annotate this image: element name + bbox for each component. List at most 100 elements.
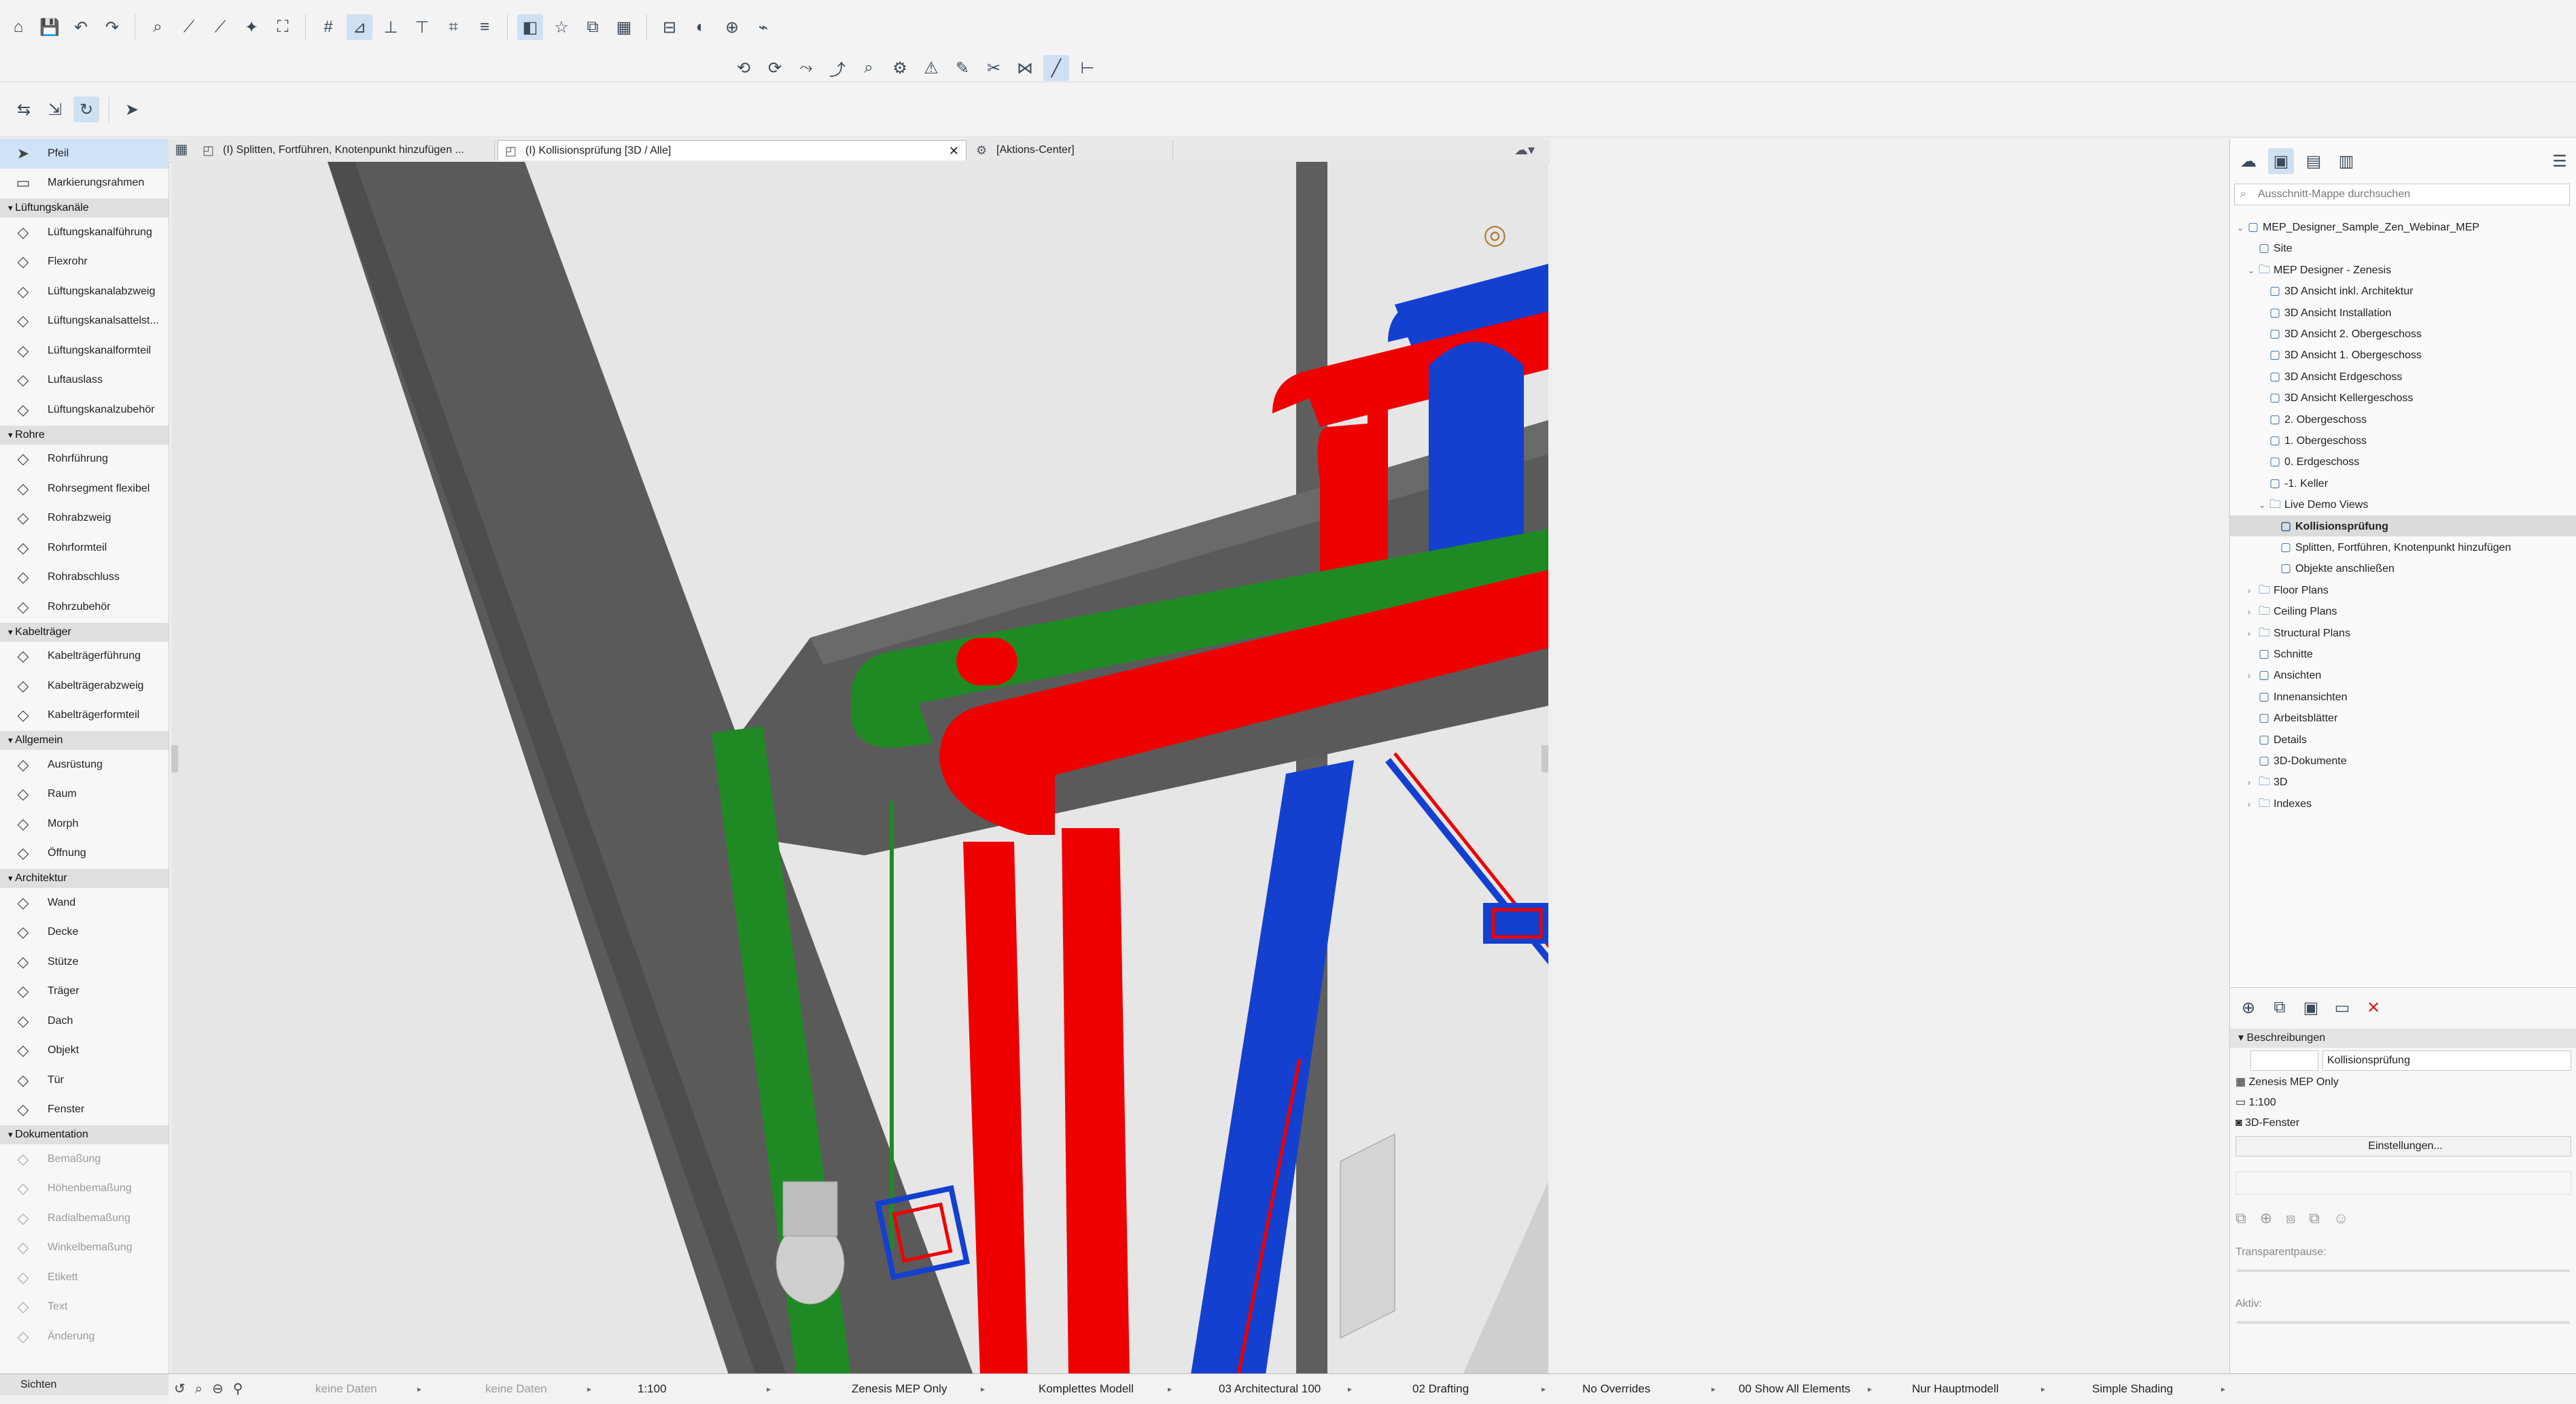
home-icon[interactable]: ⌂ bbox=[5, 14, 31, 40]
pick-up-icon[interactable]: ⟋ bbox=[176, 14, 202, 40]
status-item[interactable]: Simple Shading bbox=[2092, 1374, 2173, 1404]
status-item[interactable]: 1:100 bbox=[638, 1374, 667, 1404]
chevron-icon[interactable]: ⌄ bbox=[2237, 218, 2248, 239]
chevron-icon[interactable]: › bbox=[2248, 794, 2259, 815]
view-map-icon[interactable]: ▣ bbox=[2268, 148, 2294, 174]
3d-viewport[interactable]: ◎ bbox=[171, 162, 1548, 1375]
tree-item[interactable]: ▢ -1. Keller bbox=[2259, 473, 2328, 494]
tree-item[interactable]: ▢ Arbeitsblätter bbox=[2248, 707, 2337, 728]
status-item[interactable]: 00 Show All Elements bbox=[1739, 1374, 1850, 1404]
tool-zone[interactable]: ◇ Raum bbox=[0, 780, 169, 810]
pointer-icon[interactable]: ➤ bbox=[119, 97, 145, 122]
chevron-icon[interactable]: › bbox=[2248, 602, 2259, 623]
favorites-icon[interactable]: ☆ bbox=[549, 14, 574, 40]
publisher-icon[interactable]: ▥ bbox=[2333, 148, 2359, 174]
chevron-right-icon[interactable]: ▸ bbox=[1542, 1374, 1546, 1404]
chevron-icon[interactable]: ⌄ bbox=[2259, 495, 2269, 516]
magic-wand-icon[interactable]: ✦ bbox=[239, 14, 264, 40]
chevron-icon[interactable]: › bbox=[2248, 581, 2259, 602]
chevron-right-icon[interactable]: ▸ bbox=[587, 1374, 591, 1404]
chevron-right-icon[interactable]: ▸ bbox=[1348, 1374, 1352, 1404]
clone-folder-icon[interactable]: ⧉ bbox=[2267, 995, 2293, 1021]
collision-icon[interactable]: ⚠ bbox=[918, 55, 944, 81]
merge-icon[interactable]: ⋈ bbox=[1012, 55, 1038, 81]
tool-window[interactable]: ◇ Fenster bbox=[0, 1095, 169, 1125]
marker-edit-icon[interactable]: ⧈ bbox=[2286, 1210, 2295, 1227]
sichten-tab[interactable]: Sichten bbox=[0, 1373, 169, 1395]
descriptions-section-header[interactable]: ▾ Beschreibungen bbox=[2230, 1029, 2576, 1048]
status-item[interactable]: 02 Drafting bbox=[1412, 1374, 1469, 1404]
tab-split-continue[interactable]: ◰ (I) Splitten, Fortführen, Knotenpunkt … bbox=[196, 140, 495, 160]
tree-item[interactable]: › 🗀 3D bbox=[2248, 771, 2287, 792]
toolbox-section-header[interactable]: Dokumentation bbox=[0, 1125, 169, 1144]
toolbox-section-header[interactable]: Allgemein bbox=[0, 731, 169, 750]
tree-item[interactable]: ▢ 3D Ansicht 1. Obergeschoss bbox=[2259, 344, 2422, 365]
marker-add-icon[interactable]: ⊕ bbox=[2260, 1210, 2272, 1227]
chevron-right-icon[interactable]: ▸ bbox=[981, 1374, 985, 1404]
tree-item[interactable]: ▢ Splitten, Fortführen, Knotenpunkt hinzu… bbox=[2269, 536, 2511, 558]
tool-roof[interactable]: ◇ Dach bbox=[0, 1006, 169, 1036]
tool-object[interactable]: ◇ Objekt bbox=[0, 1036, 169, 1066]
tree-item[interactable]: ▢ Kollisionsprüfung bbox=[2230, 515, 2576, 536]
tree-item[interactable]: ▢ 0. Erdgeschoss bbox=[2259, 451, 2359, 472]
tool-door[interactable]: ◇ Tür bbox=[0, 1065, 169, 1095]
dimension-icon[interactable]: ⊢ bbox=[1075, 55, 1100, 81]
status-item[interactable]: Komplettes Modell bbox=[1039, 1374, 1134, 1404]
tool-beam[interactable]: ◇ Träger bbox=[0, 977, 169, 1007]
zoom-icon[interactable]: ⌕ bbox=[195, 1374, 203, 1404]
marker-copy-icon[interactable]: ⧉ bbox=[2309, 1210, 2320, 1227]
draw-line-icon[interactable]: ╱ bbox=[1043, 55, 1069, 81]
rotate-selection-icon[interactable]: ↻ bbox=[73, 97, 99, 122]
tree-item[interactable]: ▢ 3D-Dokumente bbox=[2248, 750, 2347, 771]
tool-duct-fitting[interactable]: ◇ Lüftungskanalformteil bbox=[0, 336, 169, 366]
navigator-search-input[interactable]: ⌕ Ausschnitt-Mappe durchsuchen bbox=[2234, 184, 2570, 205]
status-item[interactable]: 03 Architectural 100 bbox=[1219, 1374, 1321, 1404]
new-folder-icon[interactable]: ▣ bbox=[2298, 995, 2324, 1021]
status-item[interactable]: keine Daten bbox=[485, 1374, 547, 1404]
tool-pipe-fitting[interactable]: ◇ Rohrformteil bbox=[0, 533, 169, 563]
tab-action-center[interactable]: ⚙ [Aktions-Center] bbox=[969, 140, 1173, 160]
tool-duct-takeoff[interactable]: ◇ Lüftungskanalsattelst... bbox=[0, 307, 169, 337]
tree-item[interactable]: ⌄ 🗀 Live Demo Views bbox=[2259, 494, 2368, 515]
grid-icon[interactable]: # bbox=[315, 14, 341, 40]
tab-collision-check[interactable]: ◰ (I) Kollisionsprüfung [3D / Alle] ✕ bbox=[498, 140, 967, 160]
find-select-icon[interactable]: ⌕ bbox=[145, 14, 171, 40]
marker-select-icon[interactable]: ⧉ bbox=[2235, 1210, 2246, 1227]
mep-branch-icon[interactable]: ⟳ bbox=[762, 55, 788, 81]
tool-change[interactable]: ◇ Änderung bbox=[0, 1322, 169, 1352]
chevron-right-icon[interactable]: ▸ bbox=[2221, 1374, 2225, 1404]
tool-column[interactable]: ◇ Stütze bbox=[0, 947, 169, 977]
chevron-icon[interactable]: › bbox=[2248, 666, 2259, 687]
render-icon[interactable]: ◐ bbox=[688, 14, 714, 40]
status-item[interactable]: Zenesis MEP Only bbox=[852, 1374, 947, 1404]
orbit-icon[interactable]: ↺ bbox=[174, 1374, 186, 1404]
tree-item[interactable]: › 🗀 Indexes bbox=[2248, 793, 2312, 814]
toolbox-section-header[interactable]: Rohre bbox=[0, 425, 169, 445]
tree-item[interactable]: ▢ 3D Ansicht Kellergeschoss bbox=[2259, 387, 2413, 408]
mep-preferences-icon[interactable]: ⚙ bbox=[887, 55, 913, 81]
undo-icon[interactable]: ↶ bbox=[68, 14, 94, 40]
redo-icon[interactable]: ↷ bbox=[99, 14, 125, 40]
tool-wall[interactable]: ◇ Wand bbox=[0, 888, 169, 918]
right-splitter-handle[interactable] bbox=[1542, 745, 1548, 772]
tree-item[interactable]: › ▢ Ansichten bbox=[2248, 664, 2321, 685]
snap-grid-icon[interactable]: ⌗ bbox=[440, 14, 466, 40]
guide-line-icon[interactable]: ⊥ bbox=[378, 14, 404, 40]
zoom-out-icon[interactable]: ⊖ bbox=[212, 1374, 224, 1404]
tool-pipe-terminal[interactable]: ◇ Rohrabschluss bbox=[0, 563, 169, 593]
status-item[interactable]: Nur Hauptmodell bbox=[1912, 1374, 1999, 1404]
chevron-right-icon[interactable]: ▸ bbox=[2041, 1374, 2045, 1404]
tree-item[interactable]: ▢ 2. Obergeschoss bbox=[2259, 409, 2367, 430]
tool-level-dimension[interactable]: ◇ Höhenbemaßung bbox=[0, 1174, 169, 1204]
tree-item[interactable]: ▢ Schnitte bbox=[2248, 643, 2313, 664]
transparent-slider[interactable] bbox=[2237, 1269, 2570, 1272]
teamwork-icon[interactable]: ⊕ bbox=[719, 14, 745, 40]
edit-route-icon[interactable]: ✎ bbox=[950, 55, 975, 81]
tree-item[interactable]: › 🗀 Floor Plans bbox=[2248, 579, 2329, 600]
left-splitter-handle[interactable] bbox=[171, 745, 178, 772]
chevron-right-icon[interactable]: ▸ bbox=[1168, 1374, 1172, 1404]
section-icon[interactable]: ⊟ bbox=[657, 14, 682, 40]
tool-pipe-accessory[interactable]: ◇ Rohrzubehör bbox=[0, 592, 169, 622]
tree-item[interactable]: ▢ Details bbox=[2248, 729, 2307, 750]
connect-icon[interactable]: ⤳ bbox=[793, 55, 819, 81]
